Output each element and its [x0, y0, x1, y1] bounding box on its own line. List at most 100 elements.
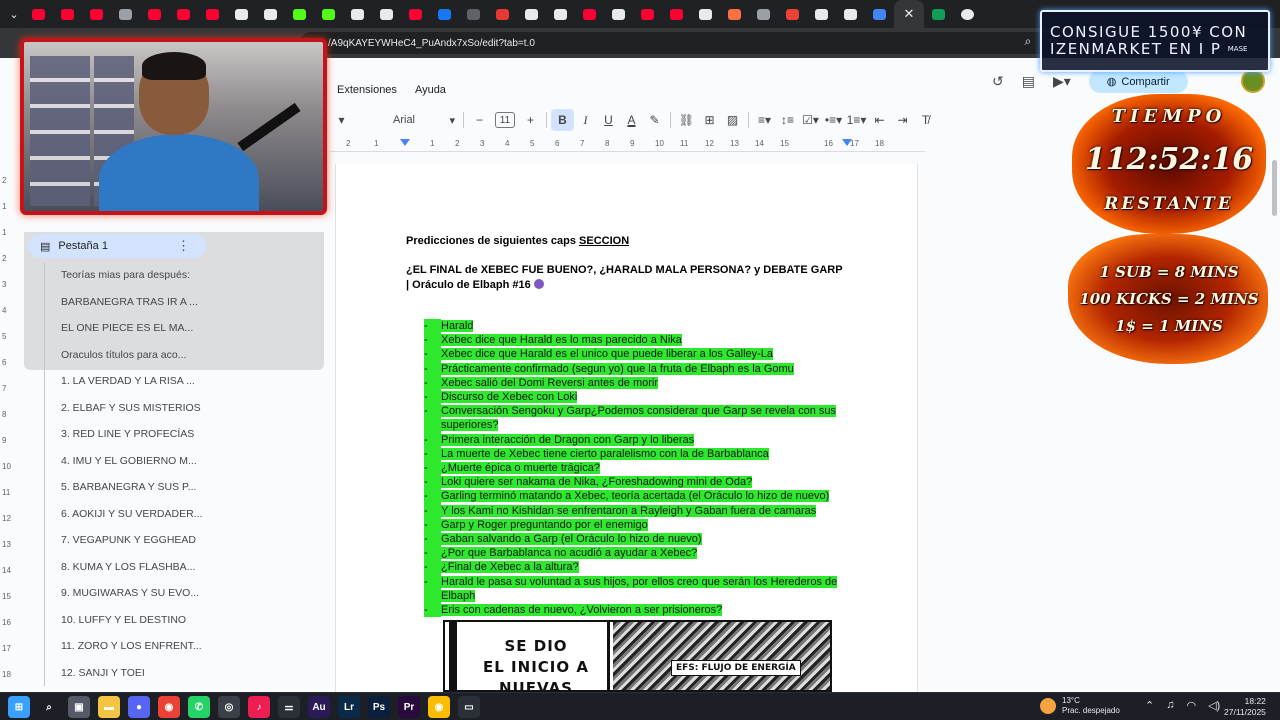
whatsapp-icon[interactable]: ✆: [188, 696, 210, 718]
chevron-up-icon[interactable]: ⌃: [1145, 699, 1154, 712]
outline-item[interactable]: 9. MUGIWARAS Y SU EVO...: [45, 580, 202, 607]
browser-tab[interactable]: [24, 0, 53, 28]
left-indent-marker[interactable]: [400, 139, 410, 146]
outline-item[interactable]: 8. KUMA Y LOS FLASHBA...: [45, 554, 202, 581]
chrome-icon[interactable]: ◉: [428, 696, 450, 718]
app-icon[interactable]: ⚌: [278, 696, 300, 718]
font-size-input[interactable]: 11: [495, 112, 515, 128]
clock[interactable]: 18:22 27/11/2025: [1224, 696, 1266, 718]
horizontal-ruler[interactable]: 2 1 1 2 3 4 5 6 7 8 9 10 11 12 13 14 15 16 17 18: [330, 138, 925, 152]
browser-tab[interactable]: [459, 0, 488, 28]
bold-button[interactable]: B: [551, 109, 574, 131]
browser-tab[interactable]: [633, 0, 662, 28]
browser-tab[interactable]: [140, 0, 169, 28]
highlight-pen-icon[interactable]: ✎: [643, 109, 666, 131]
insert-image-icon[interactable]: ▨: [721, 109, 744, 131]
browser-tab[interactable]: [662, 0, 691, 28]
document-tab-pestana-1[interactable]: ▤ Pestaña 1 ⋮: [28, 234, 206, 258]
document-page[interactable]: Predicciones de siguientes caps SECCION …: [335, 164, 918, 692]
outline-item[interactable]: 5. BARBANEGRA Y SUS P...: [45, 474, 202, 501]
tiktok-icon[interactable]: ♪: [248, 696, 270, 718]
browser-tab[interactable]: [807, 0, 836, 28]
browser-tab[interactable]: [82, 0, 111, 28]
browser-tab[interactable]: [53, 0, 82, 28]
browser-tab[interactable]: [517, 0, 546, 28]
outline-item[interactable]: 3. RED LINE Y PROFECÍAS: [45, 421, 202, 448]
line-spacing-icon[interactable]: ↕≡: [776, 109, 799, 131]
discord-icon[interactable]: ●: [128, 696, 150, 718]
outline-item[interactable]: Teorías mias para después:: [45, 262, 202, 289]
outline-item[interactable]: EL ONE PIECE ES EL MA...: [45, 315, 202, 342]
browser-tab[interactable]: [865, 0, 894, 28]
steam-icon[interactable]: ◎: [218, 696, 240, 718]
browser-tab[interactable]: [169, 0, 198, 28]
text-color-button[interactable]: A: [620, 109, 643, 131]
browser-tab[interactable]: [720, 0, 749, 28]
manga-panel-image[interactable]: SE DIO EL INICIO A NUEVAS EFS: FLUJO DE …: [443, 620, 832, 692]
browser-tab[interactable]: [343, 0, 372, 28]
checklist-icon[interactable]: ☑▾: [799, 109, 822, 131]
wifi-icon[interactable]: ◠: [1186, 699, 1196, 712]
numbered-list-icon[interactable]: 1≡▾: [845, 109, 868, 131]
align-icon[interactable]: ≡▾: [753, 109, 776, 131]
outline-item[interactable]: 7. VEGAPUNK Y EGGHEAD: [45, 527, 202, 554]
clear-formatting-icon[interactable]: T̸: [914, 109, 937, 131]
browser-tab[interactable]: [546, 0, 575, 28]
outline-item[interactable]: 10. LUFFY Y EL DESTINO: [45, 607, 202, 634]
audition-icon[interactable]: Au: [308, 696, 330, 718]
photoshop-icon[interactable]: Ps: [368, 696, 390, 718]
windows-start-icon[interactable]: ⊞: [8, 696, 30, 718]
chrome-icon[interactable]: ◉: [158, 696, 180, 718]
browser-tab[interactable]: [314, 0, 343, 28]
task-view-icon[interactable]: ▣: [68, 696, 90, 718]
browser-tab[interactable]: [691, 0, 720, 28]
browser-tab[interactable]: [488, 0, 517, 28]
browser-tab[interactable]: [749, 0, 778, 28]
outline-item[interactable]: Oraculos títulos para aco...: [45, 342, 202, 369]
comments-icon[interactable]: ▤: [1022, 73, 1035, 90]
browser-tab[interactable]: [227, 0, 256, 28]
font-family-select[interactable]: Arial ▾: [389, 109, 459, 131]
outline-item[interactable]: BARBANEGRA TRAS IR A ...: [45, 289, 202, 316]
browser-tab[interactable]: [372, 0, 401, 28]
bulleted-list-icon[interactable]: •≡▾: [822, 109, 845, 131]
google-tab[interactable]: [953, 0, 982, 28]
volume-icon[interactable]: ◁): [1208, 699, 1220, 712]
tab-search-dropdown-icon[interactable]: ⌄: [4, 4, 24, 24]
browser-tab[interactable]: [430, 0, 459, 28]
outline-item[interactable]: 12. SANJI Y TOEI: [45, 660, 202, 687]
page-scrollbar[interactable]: [1272, 160, 1277, 216]
microphone-icon[interactable]: ♫: [1166, 699, 1174, 712]
zoom-icon[interactable]: ⌕: [1025, 34, 1032, 49]
file-explorer-icon[interactable]: ▬: [98, 696, 120, 718]
lightroom-icon[interactable]: Lr: [338, 696, 360, 718]
browser-tab[interactable]: [778, 0, 807, 28]
outline-item[interactable]: 1. LA VERDAD Y LA RISA ...: [45, 368, 202, 395]
decrease-indent-icon[interactable]: ⇤: [868, 109, 891, 131]
decrease-font-size-icon[interactable]: −: [468, 109, 491, 131]
italic-button[interactable]: I: [574, 109, 597, 131]
sheets-tab[interactable]: [924, 0, 953, 28]
browser-tab[interactable]: [836, 0, 865, 28]
outline-item[interactable]: 11. ZORO Y LOS ENFRENT...: [45, 633, 202, 660]
browser-tab[interactable]: [256, 0, 285, 28]
menu-extensiones[interactable]: Extensiones: [337, 84, 397, 96]
url-field[interactable]: /A9qKAYEYWHeC4_PuAndx7xSo/edit?tab=t.0: [300, 32, 1060, 54]
browser-tab[interactable]: [575, 0, 604, 28]
search-icon[interactable]: ⌕: [38, 696, 60, 718]
increase-indent-icon[interactable]: ⇥: [891, 109, 914, 131]
terminal-icon[interactable]: ▭: [458, 696, 480, 718]
tab-active-docs[interactable]: ✕: [894, 0, 924, 28]
outline-item[interactable]: 6. AOKIJI Y SU VERDADER...: [45, 501, 202, 528]
style-dropdown-chevron-icon[interactable]: ▾: [330, 109, 353, 131]
outline-item[interactable]: 2. ELBAF Y SUS MISTERIOS: [45, 395, 202, 422]
underline-button[interactable]: U: [597, 109, 620, 131]
more-options-icon[interactable]: ⋮: [177, 238, 190, 254]
weather-widget[interactable]: 13°C Prac. despejado: [1040, 696, 1120, 716]
increase-font-size-icon[interactable]: +: [519, 109, 542, 131]
browser-tab[interactable]: [198, 0, 227, 28]
browser-tab[interactable]: [401, 0, 430, 28]
browser-tab[interactable]: [285, 0, 314, 28]
outline-item[interactable]: 4. IMU Y EL GOBIERNO M...: [45, 448, 202, 475]
menu-ayuda[interactable]: Ayuda: [415, 84, 446, 96]
